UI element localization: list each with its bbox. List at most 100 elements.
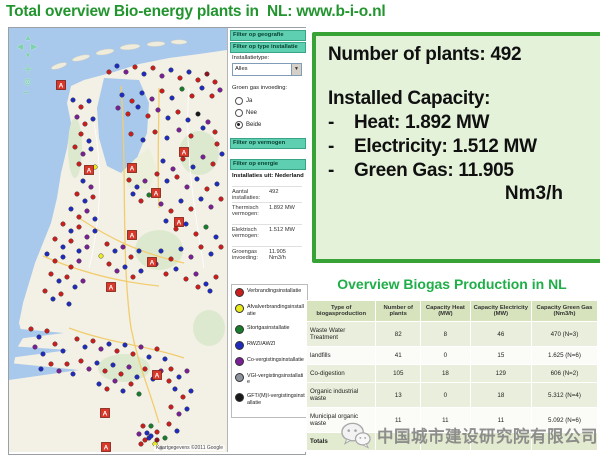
plant-dot-marker[interactable]	[137, 392, 142, 397]
plant-dot-marker[interactable]	[189, 255, 194, 260]
plant-dot-marker[interactable]	[143, 438, 148, 443]
plant-dot-marker[interactable]	[81, 179, 86, 184]
cluster-marker[interactable]: A	[148, 258, 157, 267]
plant-dot-marker[interactable]	[73, 285, 78, 290]
radio-button-icon[interactable]	[235, 109, 243, 117]
plant-dot-marker[interactable]	[145, 431, 150, 436]
plant-dot-marker[interactable]	[159, 249, 164, 254]
plant-dot-marker[interactable]	[175, 175, 180, 180]
plant-dot-marker[interactable]	[189, 207, 194, 212]
zoom-reset-icon[interactable]: ◎	[24, 78, 31, 86]
plant-dot-marker[interactable]	[141, 424, 146, 429]
plant-dot-marker[interactable]	[75, 192, 80, 197]
plant-dot-marker[interactable]	[77, 225, 82, 230]
plant-dot-marker[interactable]	[59, 292, 64, 297]
plant-dot-marker[interactable]	[169, 405, 174, 410]
plant-dot-marker[interactable]	[199, 197, 204, 202]
plant-dot-marker[interactable]	[131, 275, 136, 280]
plant-dot-marker[interactable]	[133, 65, 138, 70]
plant-dot-marker[interactable]	[176, 110, 181, 115]
plant-dot-marker[interactable]	[91, 117, 96, 122]
plant-dot-marker[interactable]	[189, 134, 194, 139]
plant-dot-marker[interactable]	[85, 245, 90, 250]
plant-dot-marker[interactable]	[179, 199, 184, 204]
filter-energie-header[interactable]: Filter op energie	[230, 159, 306, 170]
plant-dot-marker[interactable]	[69, 229, 74, 234]
plant-dot-marker[interactable]	[107, 70, 112, 75]
plant-dot-marker[interactable]	[214, 235, 219, 240]
plant-dot-marker[interactable]	[99, 254, 104, 259]
plant-dot-marker[interactable]	[89, 185, 94, 190]
plant-dot-marker[interactable]	[123, 265, 128, 270]
plant-dot-marker[interactable]	[85, 235, 90, 240]
plant-dot-marker[interactable]	[150, 97, 155, 102]
plant-dot-marker[interactable]	[139, 199, 144, 204]
plant-dot-marker[interactable]	[159, 202, 164, 207]
plant-dot-marker[interactable]	[87, 367, 92, 372]
plant-dot-marker[interactable]	[53, 259, 58, 264]
plant-dot-marker[interactable]	[194, 272, 199, 277]
plant-dot-marker[interactable]	[160, 89, 165, 94]
plant-dot-marker[interactable]	[61, 255, 66, 260]
plant-dot-marker[interactable]	[39, 367, 44, 372]
plant-dot-marker[interactable]	[169, 68, 174, 73]
plant-dot-marker[interactable]	[65, 362, 70, 367]
radio-option-ja[interactable]: Ja	[235, 96, 252, 105]
plant-dot-marker[interactable]	[87, 99, 92, 104]
plant-dot-marker[interactable]	[75, 115, 80, 120]
plant-dot-marker[interactable]	[181, 395, 186, 400]
radio-option-nee[interactable]: Nee	[235, 108, 257, 117]
plant-dot-marker[interactable]	[116, 106, 121, 111]
plant-dot-marker[interactable]	[131, 352, 136, 357]
plant-dot-marker[interactable]	[121, 389, 126, 394]
plant-dot-marker[interactable]	[49, 362, 54, 367]
plant-dot-marker[interactable]	[185, 369, 190, 374]
plant-dot-marker[interactable]	[165, 179, 170, 184]
plant-dot-marker[interactable]	[215, 142, 220, 147]
plant-dot-marker[interactable]	[177, 375, 182, 380]
plant-dot-marker[interactable]	[206, 120, 211, 125]
filter-geografie-header[interactable]: Filter op geografie	[230, 30, 306, 41]
cluster-marker[interactable]: A	[102, 443, 111, 452]
plant-dot-marker[interactable]	[57, 369, 62, 374]
plant-dot-marker[interactable]	[97, 382, 102, 387]
plant-dot-marker[interactable]	[161, 159, 166, 164]
plant-dot-marker[interactable]	[186, 118, 191, 123]
plant-dot-marker[interactable]	[179, 247, 184, 252]
plant-dot-marker[interactable]	[130, 99, 135, 104]
plant-dot-marker[interactable]	[219, 245, 224, 250]
plant-dot-marker[interactable]	[93, 229, 98, 234]
plant-dot-marker[interactable]	[196, 285, 201, 290]
plant-dot-marker[interactable]	[136, 105, 141, 110]
plant-dot-marker[interactable]	[171, 167, 176, 172]
plant-dot-marker[interactable]	[201, 126, 206, 131]
plant-dot-marker[interactable]	[69, 207, 74, 212]
plant-dot-marker[interactable]	[153, 130, 158, 135]
plant-dot-marker[interactable]	[123, 343, 128, 348]
plant-dot-marker[interactable]	[143, 179, 148, 184]
cluster-marker[interactable]: A	[128, 164, 137, 173]
plant-dot-marker[interactable]	[75, 337, 80, 342]
plant-dot-marker[interactable]	[173, 387, 178, 392]
plant-dot-marker[interactable]	[218, 88, 223, 93]
plant-dot-marker[interactable]	[139, 269, 144, 274]
plant-dot-marker[interactable]	[45, 252, 50, 257]
plant-dot-marker[interactable]	[160, 74, 165, 79]
plant-dot-marker[interactable]	[169, 209, 174, 214]
plant-dot-marker[interactable]	[121, 245, 126, 250]
plant-dot-marker[interactable]	[113, 249, 118, 254]
plant-dot-marker[interactable]	[83, 122, 88, 127]
cluster-marker[interactable]: A	[152, 189, 161, 198]
plant-dot-marker[interactable]	[127, 365, 132, 370]
plant-dot-marker[interactable]	[79, 132, 84, 137]
plant-dot-marker[interactable]	[91, 339, 96, 344]
plant-dot-marker[interactable]	[115, 349, 120, 354]
plant-dot-marker[interactable]	[187, 70, 192, 75]
plant-dot-marker[interactable]	[77, 249, 82, 254]
plant-dot-marker[interactable]	[177, 412, 182, 417]
plant-dot-marker[interactable]	[155, 347, 160, 352]
cluster-marker[interactable]: A	[175, 218, 184, 227]
plant-dot-marker[interactable]	[209, 252, 214, 257]
filter-vermogen-header[interactable]: Filter op vermogen	[230, 138, 306, 149]
plant-dot-marker[interactable]	[79, 359, 84, 364]
